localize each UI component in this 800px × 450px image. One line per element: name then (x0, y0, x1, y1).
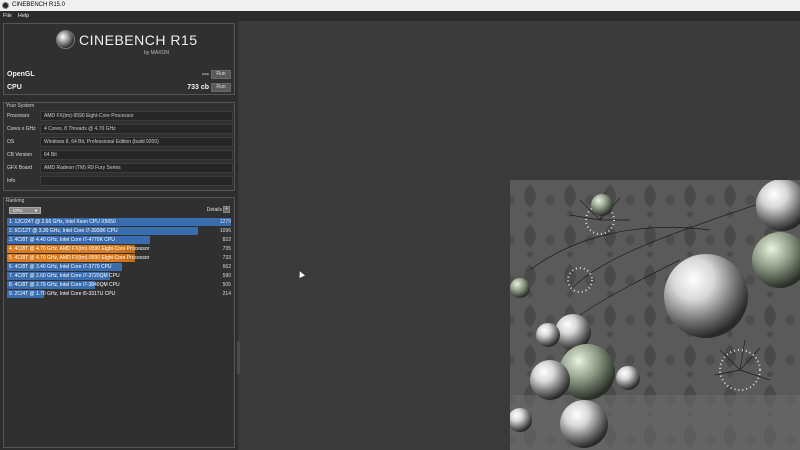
system-value: AMD FX(tm)-9590 Eight-Core Processor (40, 111, 233, 121)
system-value: 64 Bit (40, 150, 233, 160)
system-key: Info (7, 178, 16, 184)
logo-benchmark-section: CINEBENCH R15 by MAXON OpenGL --- Run CP… (3, 23, 235, 95)
cpu-score: 733 cb (187, 84, 209, 91)
ranking-row-label: 6. 4C/8T @ 3.40 GHz, Intel Core i7-3770 … (9, 264, 112, 270)
opengl-run-button[interactable]: Run (211, 70, 231, 79)
info-field[interactable] (40, 176, 233, 186)
system-row-cores: Cores x GHz 4 Cores, 8 Threads @ 4.70 GH… (7, 124, 233, 134)
ranking-row-score: 1279 (219, 219, 231, 225)
ranking-row-label: 8. 4C/8T @ 2.79 GHz, Intel Core i7-3840Q… (9, 282, 120, 288)
opengl-score: --- (202, 71, 209, 78)
ranking-type-dropdown[interactable]: CPU ▼ (9, 207, 41, 214)
system-row-gfx: GFX Board AMD Radeon (TM) R9 Fury Series (7, 163, 233, 173)
opengl-label: OpenGL (7, 71, 35, 78)
ranking-row-score: 1096 (219, 228, 231, 234)
system-key: GFX Board (7, 165, 33, 171)
render-output-image (510, 180, 800, 450)
ranking-row[interactable]: 9. 2C/4T @ 1.70 GHz, Intel Core i5-3317U… (7, 290, 231, 298)
dropdown-value: CPU (13, 208, 23, 213)
menu-file[interactable]: File (0, 11, 15, 21)
ranking-row-score: 733 (222, 255, 231, 261)
window-titlebar: CINEBENCH R15.0 (0, 0, 800, 11)
cpu-run-button[interactable]: Run (211, 83, 231, 92)
ranking-row-score: 214 (222, 291, 231, 297)
cinebench-logo: CINEBENCH R15 (56, 30, 198, 49)
your-system-section: Your System Processor AMD FX(tm)-9590 Ei… (3, 102, 235, 191)
ranking-row-label: 5. 4C/8T @ 4.70 GHz, AMD FX(tm)-9590 Eig… (9, 255, 150, 261)
window-title: CINEBENCH R15.0 (12, 2, 66, 8)
details-button[interactable]: + (223, 206, 230, 213)
ranking-row-score: 590 (222, 273, 231, 279)
render-scene (510, 180, 800, 450)
system-row-info: Info (7, 176, 233, 186)
logo-byline: by MAXON (144, 50, 170, 56)
ranking-row-score: 505 (222, 282, 231, 288)
ranking-row-label: 1. 12C/24T @ 2.66 GHz, Intel Xeon CPU X5… (9, 219, 116, 225)
ranking-row[interactable]: 5. 4C/8T @ 4.70 GHz, AMD FX(tm)-9590 Eig… (7, 254, 231, 262)
system-key: OS (7, 139, 15, 145)
ranking-row[interactable]: 6. 4C/8T @ 3.40 GHz, Intel Core i7-3770 … (7, 263, 231, 271)
cpu-row: CPU 733 cb Run (4, 83, 234, 95)
system-value: 4 Cores, 8 Threads @ 4.70 GHz (40, 124, 233, 134)
ranking-row-label: 7. 4C/8T @ 2.60 GHz, Intel Core i7-3720Q… (9, 273, 120, 279)
system-value: AMD Radeon (TM) R9 Fury Series (40, 163, 233, 173)
system-row-cb-version: CB Version 64 Bit (7, 150, 233, 160)
ranking-row[interactable]: 4. 4C/8T @ 4.70 GHz, AMD FX(tm)-9590 Eig… (7, 245, 231, 253)
cinema4d-logo-icon (56, 30, 75, 49)
ranking-title: Ranking (6, 198, 25, 204)
logo-title: CINEBENCH R15 (79, 31, 198, 48)
ranking-row[interactable]: 8. 4C/8T @ 2.79 GHz, Intel Core i7-3840Q… (7, 281, 231, 289)
left-panel: CINEBENCH R15 by MAXON OpenGL --- Run CP… (0, 21, 240, 450)
ranking-row[interactable]: 7. 4C/8T @ 2.60 GHz, Intel Core i7-3720Q… (7, 272, 231, 280)
system-key: CB Version (7, 152, 33, 158)
ranking-row-label: 3. 4C/8T @ 4.40 GHz, Intel Core i7-4770K… (9, 237, 115, 243)
opengl-row: OpenGL --- Run (4, 70, 234, 82)
ranking-row[interactable]: 2. 6C/12T @ 3.30 GHz, Intel Core i7-3930… (7, 227, 231, 235)
your-system-title: Your System (6, 103, 35, 109)
system-key: Processor (7, 113, 30, 119)
menu-bar: File Help (0, 11, 800, 21)
menu-help[interactable]: Help (15, 11, 32, 21)
ranking-row-label: 4. 4C/8T @ 4.70 GHz, AMD FX(tm)-9590 Eig… (9, 246, 150, 252)
system-value: Windows 8, 64 Bit, Professional Edition … (40, 137, 233, 147)
app-icon (2, 2, 9, 9)
ranking-row-score: 662 (222, 264, 231, 270)
ranking-row-label: 2. 6C/12T @ 3.30 GHz, Intel Core i7-3930… (9, 228, 118, 234)
ranking-section: Ranking CPU ▼ Details + 1. 12C/24T @ 2.6… (3, 197, 235, 448)
ranking-row-score: 822 (222, 237, 231, 243)
cpu-label: CPU (7, 84, 22, 91)
ranking-row-label: 9. 2C/4T @ 1.70 GHz, Intel Core i5-3317U… (9, 291, 116, 297)
chevron-down-icon: ▼ (34, 208, 38, 213)
system-key: Cores x GHz (7, 126, 36, 132)
ranking-row[interactable]: 3. 4C/8T @ 4.40 GHz, Intel Core i7-4770K… (7, 236, 231, 244)
details-label: Details (206, 207, 222, 213)
system-row-processor: Processor AMD FX(tm)-9590 Eight-Core Pro… (7, 111, 233, 121)
ranking-row-score: 735 (222, 246, 231, 252)
ranking-row[interactable]: 1. 12C/24T @ 2.66 GHz, Intel Xeon CPU X5… (7, 218, 231, 226)
system-row-os: OS Windows 8, 64 Bit, Professional Editi… (7, 137, 233, 147)
